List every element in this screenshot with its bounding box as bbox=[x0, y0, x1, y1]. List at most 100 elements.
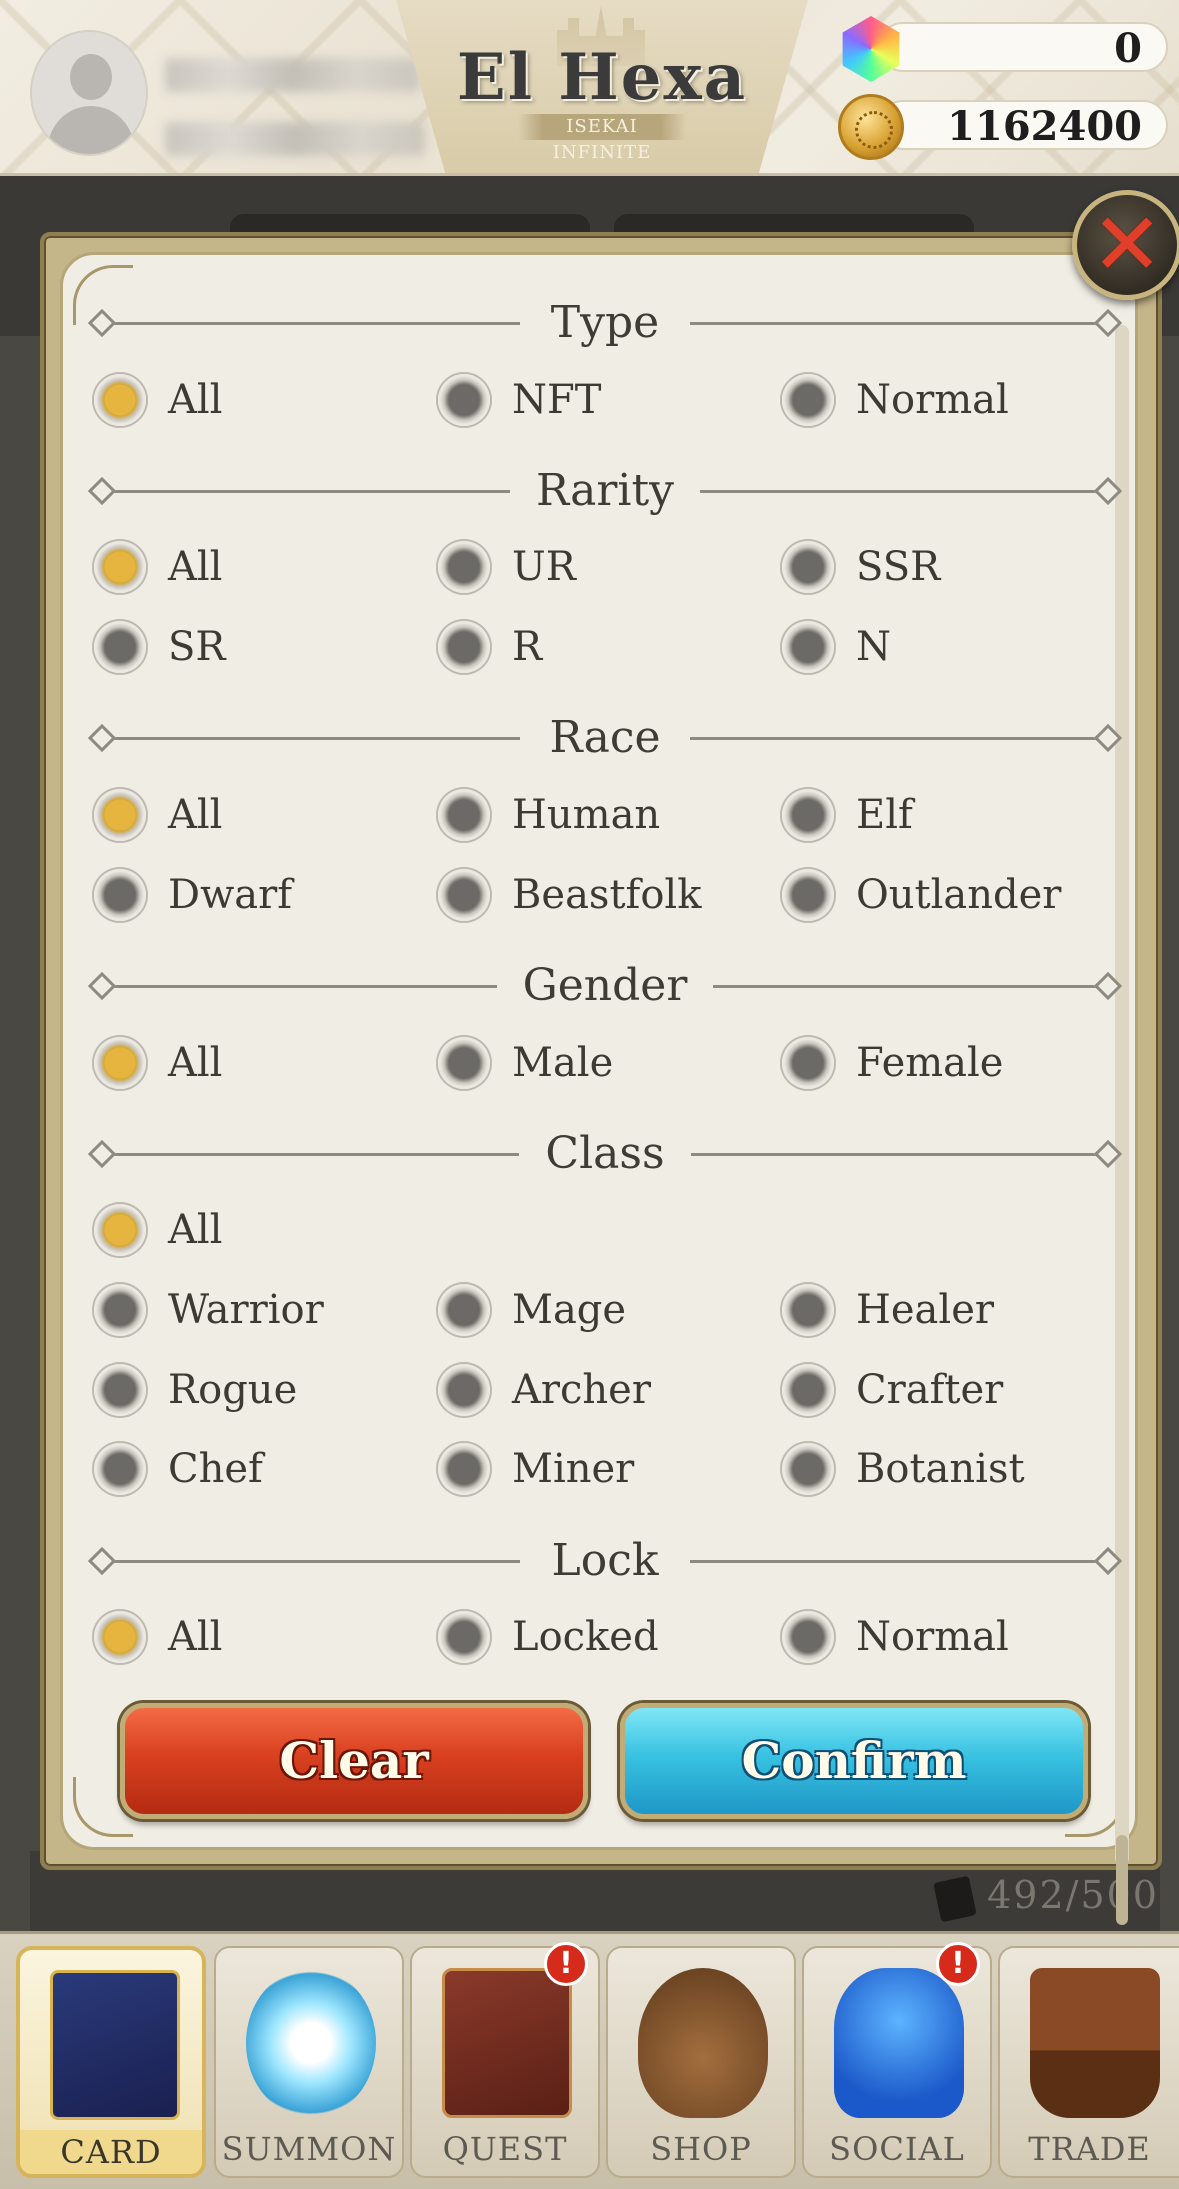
type-option-normal[interactable]: Normal bbox=[782, 370, 1009, 430]
rarity-option-sr[interactable]: SR bbox=[94, 617, 226, 677]
option-label: Miner bbox=[512, 1446, 635, 1492]
type-option-all[interactable]: All bbox=[94, 370, 222, 430]
class-option-healer[interactable]: Healer bbox=[782, 1280, 994, 1340]
radio-button[interactable] bbox=[438, 1284, 490, 1336]
logo-subtitle: ISEKAI INFINITE bbox=[518, 114, 686, 163]
section-title-lock: Lock bbox=[87, 1531, 1123, 1591]
radio-button[interactable] bbox=[94, 1037, 146, 1089]
race-option-beastfolk[interactable]: Beastfolk bbox=[438, 865, 701, 925]
coin-currency[interactable]: 1162400 bbox=[838, 94, 1172, 160]
close-icon: ✕ bbox=[1090, 195, 1164, 295]
filter-scrollbar[interactable] bbox=[1115, 325, 1129, 1925]
nav-trade[interactable]: TRADE bbox=[998, 1946, 1179, 2178]
option-label: Mage bbox=[512, 1287, 627, 1333]
nav-quest[interactable]: ! QUEST bbox=[410, 1942, 600, 2178]
radio-button[interactable] bbox=[438, 1364, 490, 1416]
option-label: Crafter bbox=[856, 1367, 1004, 1413]
radio-button[interactable] bbox=[782, 1284, 834, 1336]
class-option-chef[interactable]: Chef bbox=[94, 1439, 263, 1499]
nav-summon[interactable]: SUMMON bbox=[214, 1946, 404, 2178]
radio-button[interactable] bbox=[782, 1364, 834, 1416]
clear-button[interactable]: Clear bbox=[120, 1703, 588, 1819]
alert-badge-icon: ! bbox=[936, 1942, 980, 1986]
radio-button[interactable] bbox=[438, 869, 490, 921]
class-option-warrior[interactable]: Warrior bbox=[94, 1280, 324, 1340]
radio-button[interactable] bbox=[94, 789, 146, 841]
option-label: Locked bbox=[512, 1614, 659, 1660]
lock-option-locked[interactable]: Locked bbox=[438, 1607, 659, 1667]
race-option-outlander[interactable]: Outlander bbox=[782, 865, 1061, 925]
scrollbar-thumb[interactable] bbox=[1116, 1835, 1128, 1925]
radio-button[interactable] bbox=[94, 621, 146, 673]
radio-button[interactable] bbox=[782, 789, 834, 841]
radio-button[interactable] bbox=[782, 1037, 834, 1089]
class-option-all[interactable]: All bbox=[94, 1200, 222, 1260]
nav-label: SUMMON bbox=[221, 2130, 397, 2168]
radio-button[interactable] bbox=[782, 621, 834, 673]
race-option-dwarf[interactable]: Dwarf bbox=[94, 865, 292, 925]
radio-button[interactable] bbox=[782, 374, 834, 426]
player-avatar[interactable] bbox=[30, 30, 148, 156]
rarity-option-n[interactable]: N bbox=[782, 617, 891, 677]
gender-option-female[interactable]: Female bbox=[782, 1033, 1003, 1093]
nav-label: CARD bbox=[20, 2130, 202, 2174]
radio-button[interactable] bbox=[94, 1364, 146, 1416]
alert-badge-icon: ! bbox=[544, 1942, 588, 1986]
gender-option-male[interactable]: Male bbox=[438, 1033, 613, 1093]
class-option-botanist[interactable]: Botanist bbox=[782, 1439, 1025, 1499]
rarity-option-ur[interactable]: UR bbox=[438, 537, 576, 597]
radio-button[interactable] bbox=[438, 1611, 490, 1663]
avatar-head bbox=[70, 54, 112, 100]
option-label: NFT bbox=[512, 377, 602, 423]
class-option-mage[interactable]: Mage bbox=[438, 1280, 626, 1340]
nav-shop[interactable]: SHOP bbox=[606, 1946, 796, 2178]
radio-button[interactable] bbox=[782, 1443, 834, 1495]
rarity-option-r[interactable]: R bbox=[438, 617, 542, 677]
rarity-option-ssr[interactable]: SSR bbox=[782, 537, 940, 597]
option-label: Male bbox=[512, 1040, 614, 1086]
option-label: UR bbox=[512, 544, 576, 590]
option-label: All bbox=[168, 1614, 223, 1660]
race-option-elf[interactable]: Elf bbox=[782, 785, 913, 845]
gem-currency[interactable]: 0 bbox=[838, 16, 1172, 82]
radio-button[interactable] bbox=[782, 541, 834, 593]
game-logo: El Hexa ISEKAI INFINITE bbox=[396, 0, 808, 173]
logo-title: El Hexa bbox=[456, 40, 748, 115]
radio-button[interactable] bbox=[438, 541, 490, 593]
radio-button[interactable] bbox=[94, 1284, 146, 1336]
radio-button[interactable] bbox=[438, 621, 490, 673]
option-label: Archer bbox=[512, 1367, 651, 1413]
type-option-nft[interactable]: NFT bbox=[438, 370, 601, 430]
radio-button[interactable] bbox=[438, 374, 490, 426]
section-label: Type bbox=[524, 297, 686, 348]
rarity-option-all[interactable]: All bbox=[94, 537, 222, 597]
radio-button[interactable] bbox=[438, 1037, 490, 1089]
radio-button[interactable] bbox=[438, 789, 490, 841]
nav-card[interactable]: CARD bbox=[16, 1946, 206, 2178]
radio-button[interactable] bbox=[94, 1611, 146, 1663]
radio-button[interactable] bbox=[782, 1611, 834, 1663]
option-label: Female bbox=[856, 1040, 1004, 1086]
radio-button[interactable] bbox=[94, 869, 146, 921]
close-button[interactable]: ✕ bbox=[1072, 190, 1179, 300]
race-option-human[interactable]: Human bbox=[438, 785, 660, 845]
class-option-miner[interactable]: Miner bbox=[438, 1439, 634, 1499]
lock-option-normal[interactable]: Normal bbox=[782, 1607, 1009, 1667]
radio-button[interactable] bbox=[94, 1204, 146, 1256]
section-title-race: Race bbox=[87, 708, 1123, 768]
option-label: All bbox=[168, 792, 223, 838]
nav-social[interactable]: ! SOCIAL bbox=[802, 1942, 992, 2178]
radio-button[interactable] bbox=[94, 1443, 146, 1495]
gender-option-all[interactable]: All bbox=[94, 1033, 222, 1093]
class-option-rogue[interactable]: Rogue bbox=[94, 1360, 297, 1420]
lock-option-all[interactable]: All bbox=[94, 1607, 222, 1667]
option-label: Normal bbox=[856, 1614, 1009, 1660]
race-option-all[interactable]: All bbox=[94, 785, 222, 845]
radio-button[interactable] bbox=[94, 374, 146, 426]
radio-button[interactable] bbox=[782, 869, 834, 921]
class-option-archer[interactable]: Archer bbox=[438, 1360, 651, 1420]
class-option-crafter[interactable]: Crafter bbox=[782, 1360, 1003, 1420]
radio-button[interactable] bbox=[94, 541, 146, 593]
radio-button[interactable] bbox=[438, 1443, 490, 1495]
confirm-button[interactable]: Confirm bbox=[620, 1703, 1088, 1819]
